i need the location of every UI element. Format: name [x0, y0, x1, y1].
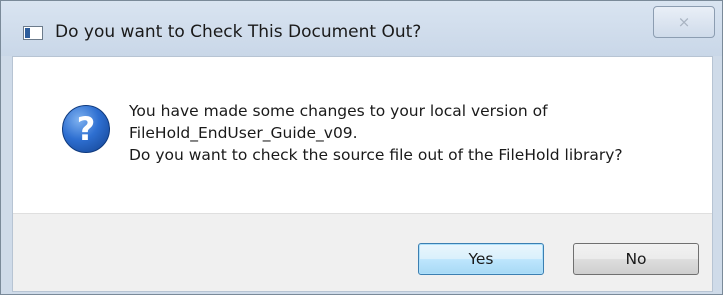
message-line-2: FileHold_EndUser_Guide_v09.	[129, 124, 358, 142]
message-line-1: You have made some changes to your local…	[129, 102, 548, 120]
check-out-dialog: Do you want to Check This Document Out? …	[0, 0, 723, 295]
button-bar: Yes No	[13, 213, 712, 291]
title-bar[interactable]: Do you want to Check This Document Out? …	[1, 1, 722, 56]
app-window-icon	[23, 26, 43, 40]
message-area: ? You have made some changes to your loc…	[13, 57, 712, 213]
dialog-content: ? You have made some changes to your loc…	[12, 56, 713, 292]
message-line-3: Do you want to check the source file out…	[129, 146, 623, 164]
no-button[interactable]: No	[573, 243, 699, 275]
question-icon: ?	[62, 105, 110, 153]
dialog-title: Do you want to Check This Document Out?	[55, 22, 422, 42]
yes-button[interactable]: Yes	[418, 243, 544, 275]
dialog-message: You have made some changes to your local…	[129, 100, 623, 166]
close-button[interactable]: ⨯	[653, 6, 715, 38]
